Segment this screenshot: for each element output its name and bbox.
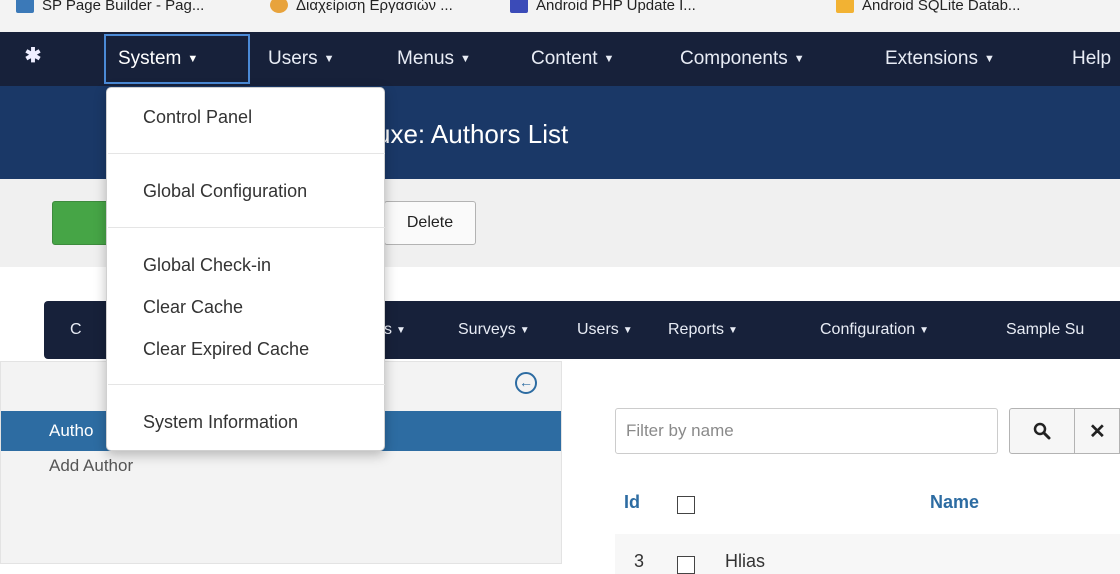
bookmark-label: Android SQLite Datab... [862, 0, 1021, 14]
clear-button[interactable]: ✕ [1075, 408, 1120, 454]
bookmark-item[interactable]: Android PHP Update I... [510, 0, 696, 16]
bookmark-item[interactable]: SP Page Builder - Pag... [16, 0, 204, 16]
nav-menus[interactable]: Menus ▼ [397, 32, 471, 86]
joomla-logo-icon[interactable]: ✱ [22, 44, 44, 68]
submenu-item[interactable]: s ▼ [384, 301, 406, 359]
nav-extensions[interactable]: Extensions ▼ [885, 32, 995, 86]
menu-item-global-configuration[interactable]: Global Configuration [143, 181, 307, 202]
bookmark-label: Android PHP Update I... [536, 0, 696, 14]
row-name[interactable]: Hlias [725, 551, 765, 572]
submenu-label: Configuration [820, 321, 916, 338]
nav-label: Users [268, 48, 318, 69]
column-header-name[interactable]: Name [930, 492, 979, 513]
submenu-label: Sample Su [1006, 321, 1085, 338]
menu-item-system-information[interactable]: System Information [143, 412, 298, 433]
bookmark-label: SP Page Builder - Pag... [42, 0, 205, 14]
caret-down-icon: ▼ [460, 53, 471, 65]
submenu-item[interactable]: C [70, 301, 82, 359]
menu-divider [108, 227, 385, 228]
column-header-id[interactable]: Id [624, 492, 640, 513]
submenu-item[interactable]: Configuration ▼ [820, 301, 929, 359]
system-dropdown-menu: Control Panel Global Configuration Globa… [106, 87, 385, 451]
joomla-icon [16, 0, 34, 13]
row-checkbox[interactable] [677, 556, 695, 574]
bookmark-icon [270, 0, 288, 13]
nav-label: Help [1072, 48, 1112, 69]
sidebar-item-add-author[interactable]: Add Author [1, 454, 561, 478]
submenu-item[interactable]: Reports ▼ [668, 301, 738, 359]
admin-navbar: ✱ System ▼ Users ▼ Menus ▼ Content ▼ Com… [0, 32, 1120, 86]
nav-users[interactable]: Users ▼ [268, 32, 335, 86]
caret-down-icon: ▼ [983, 53, 995, 65]
close-icon: ✕ [1089, 420, 1106, 443]
bookmark-icon [836, 0, 854, 13]
bookmark-item[interactable]: Android SQLite Datab... [836, 0, 1020, 16]
caret-down-icon: ▼ [793, 53, 805, 65]
nav-label: System [118, 48, 182, 69]
caret-down-icon: ▼ [519, 324, 530, 336]
menu-item-global-check-in[interactable]: Global Check-in [143, 255, 271, 276]
menu-divider [108, 153, 385, 154]
nav-content[interactable]: Content ▼ [531, 32, 614, 86]
select-all-checkbox[interactable] [677, 496, 695, 514]
menu-item-clear-cache[interactable]: Clear Cache [143, 297, 243, 318]
bookmark-icon [510, 0, 528, 13]
submenu-label: C [70, 321, 82, 338]
search-icon [1033, 422, 1051, 440]
caret-down-icon: ▼ [603, 53, 615, 65]
sidebar-item-label: Add Author [49, 456, 134, 475]
bookmark-item[interactable]: Διαχείριση Εργασιών ... [270, 0, 453, 16]
search-button[interactable] [1009, 408, 1075, 454]
row-id: 3 [634, 551, 645, 571]
submenu-item[interactable]: Sample Su [1006, 301, 1084, 359]
caret-down-icon: ▼ [396, 324, 406, 336]
submenu-label: Reports [668, 321, 725, 338]
caret-down-icon: ▼ [919, 324, 930, 336]
bookmarks-bar: SP Page Builder - Pag... Διαχείριση Εργα… [0, 0, 1120, 32]
nav-components[interactable]: Components ▼ [680, 32, 805, 86]
nav-label: Components [680, 48, 788, 69]
submenu-item[interactable]: Surveys ▼ [458, 301, 530, 359]
submenu-label: s [384, 321, 392, 338]
submenu-label: Surveys [458, 321, 516, 338]
caret-down-icon: ▼ [728, 324, 738, 336]
sidebar-item-label: Autho [49, 421, 94, 440]
submenu-label: Users [577, 321, 619, 338]
caret-down-icon: ▼ [323, 53, 335, 65]
nav-label: Content [531, 48, 598, 69]
caret-down-icon: ▼ [187, 53, 199, 65]
delete-button[interactable]: Delete [384, 201, 476, 245]
page-title: uxe: Authors List [376, 119, 569, 149]
submenu-item[interactable]: Users ▼ [577, 301, 633, 359]
nav-label: Menus [397, 48, 455, 69]
collapse-sidebar-icon[interactable]: ← [515, 372, 537, 394]
filter-input[interactable] [615, 408, 998, 454]
bookmark-label: Διαχείριση Εργασιών ... [296, 0, 453, 14]
menu-divider [108, 384, 385, 385]
caret-down-icon: ▼ [622, 324, 633, 336]
nav-label: Extensions [885, 48, 978, 69]
nav-help[interactable]: Help [1072, 32, 1111, 86]
menu-item-control-panel[interactable]: Control Panel [143, 107, 252, 128]
nav-system[interactable]: System ▼ [104, 34, 250, 84]
menu-item-clear-expired-cache[interactable]: Clear Expired Cache [143, 339, 309, 360]
